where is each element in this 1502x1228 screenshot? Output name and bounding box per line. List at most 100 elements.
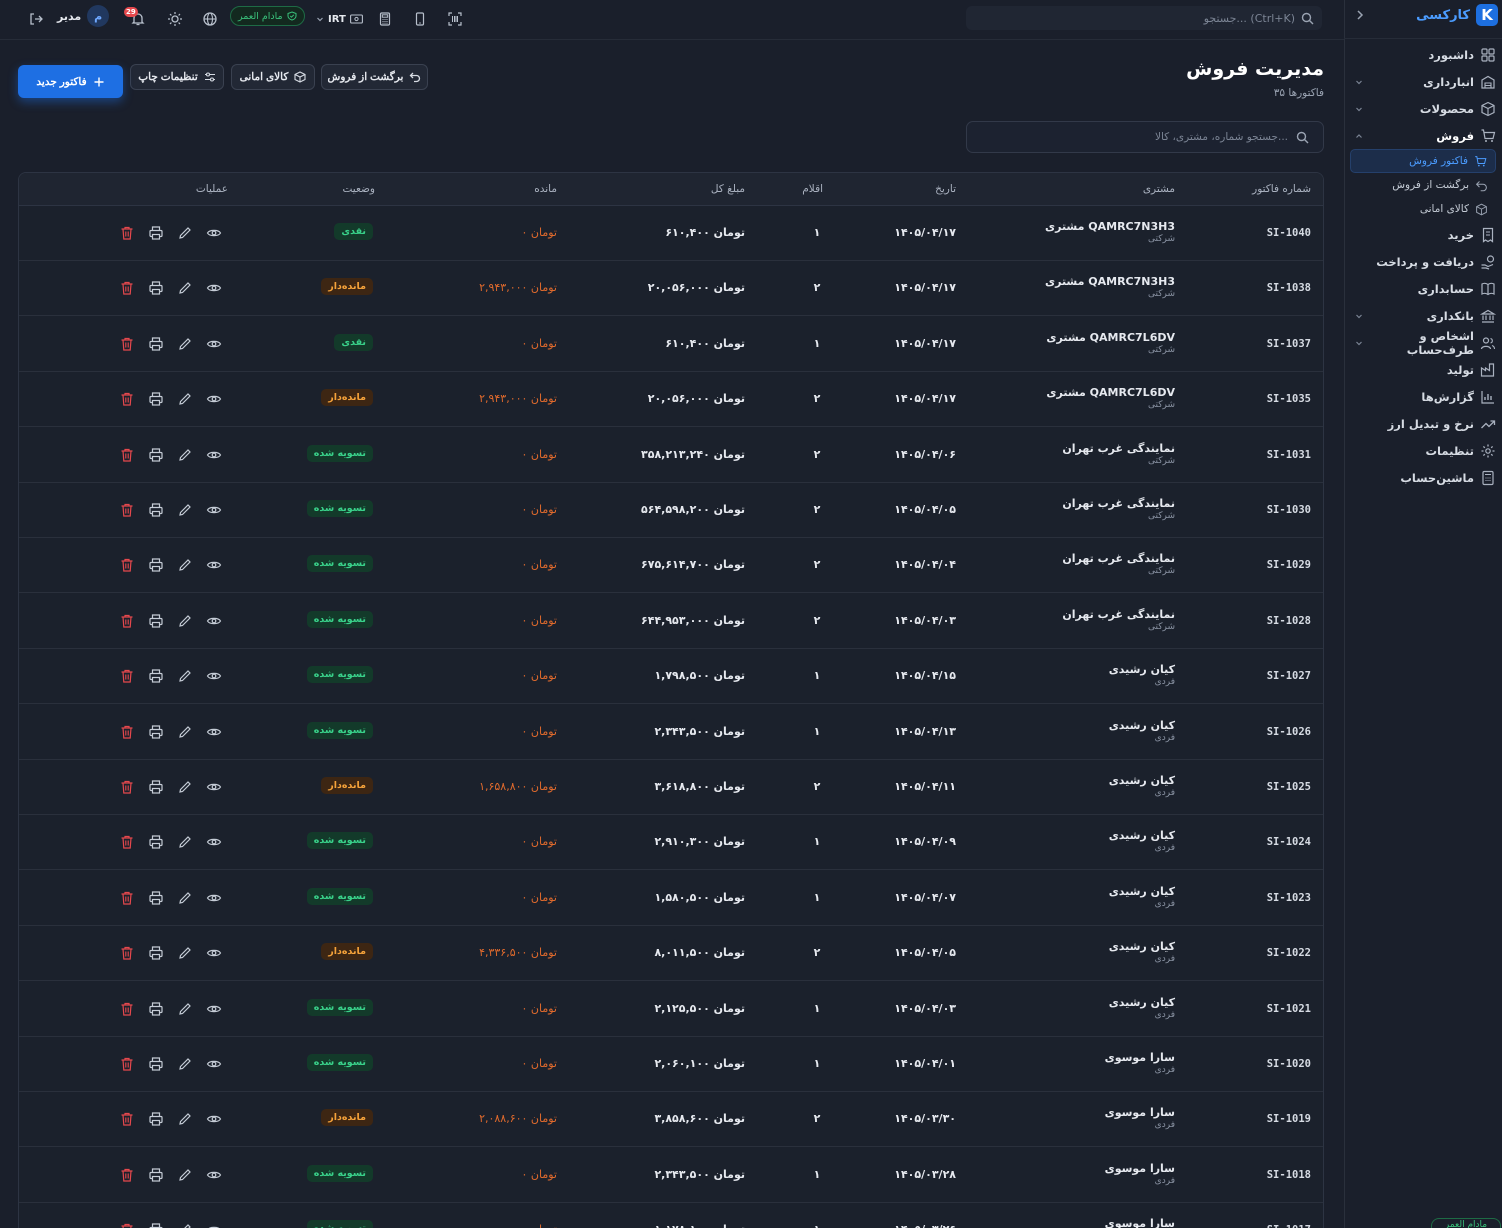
trash-icon[interactable] [119,1222,135,1228]
eye-icon[interactable] [206,502,222,518]
printer-icon[interactable] [148,1001,164,1017]
invoice-number[interactable]: SI-1030 [1267,504,1311,516]
header-customer[interactable]: مشتری [1143,183,1175,195]
eye-icon[interactable] [206,613,222,629]
currency-selector[interactable]: IRT [316,10,363,28]
invoice-number[interactable]: SI-1028 [1267,615,1311,627]
pencil-icon[interactable] [177,834,193,850]
table-row[interactable]: SI-1019 سارا موسوی فردی ۱۴۰۵/۰۳/۳۰ ۲ ۳,۸۵۸,۶۰… [19,1092,1323,1148]
table-row[interactable]: SI-1040 مشتری QAMRC7N3H3 شرکتی ۱۴۰۵/۰۴/۱۷ ۱ ۶… [19,206,1323,261]
invoice-number[interactable]: SI-1029 [1267,559,1311,571]
table-row[interactable]: SI-1021 کیان رشیدی فردی ۱۴۰۵/۰۴/۰۳ ۱ ۲,۱۲۵,۵۰… [19,982,1323,1037]
eye-icon[interactable] [206,834,222,850]
table-row[interactable]: SI-1027 کیان رشیدی فردی ۱۴۰۵/۰۴/۱۵ ۱ ۱,۷۹۸,۵۰… [19,649,1323,705]
invoice-number[interactable]: SI-1023 [1267,892,1311,904]
eye-icon[interactable] [206,557,222,573]
sidebar-item-bank[interactable]: بانکداری [1344,302,1502,329]
invoice-number[interactable]: SI-1025 [1267,781,1311,793]
printer-icon[interactable] [148,1222,164,1228]
trash-icon[interactable] [119,557,135,573]
header-remaining[interactable]: مانده [534,183,557,195]
sidebar-item-users[interactable]: اشخاص و طرف‌حساب [1344,329,1502,357]
printer-icon[interactable] [148,945,164,961]
printer-icon[interactable] [148,280,164,296]
invoice-number[interactable]: SI-1026 [1267,726,1311,738]
printer-icon[interactable] [148,613,164,629]
pencil-icon[interactable] [177,336,193,352]
notifications-button[interactable]: 29 [124,7,146,28]
eye-icon[interactable] [206,336,222,352]
global-search[interactable]: جستجو... (Ctrl+K) [966,6,1322,30]
trash-icon[interactable] [119,834,135,850]
printer-icon[interactable] [148,447,164,463]
printer-icon[interactable] [148,779,164,795]
eye-icon[interactable] [206,1111,222,1127]
printer-icon[interactable] [148,1167,164,1183]
sidebar-item-book[interactable]: حسابداری [1344,275,1502,302]
eye-icon[interactable] [206,724,222,740]
trash-icon[interactable] [119,779,135,795]
table-row[interactable]: SI-1035 مشتری QAMRC7L6DV شرکتی ۱۴۰۵/۰۴/۱۷ ۲ ۲… [19,372,1323,428]
header-invoice[interactable]: شماره فاکتور [1252,183,1311,195]
sidebar-item-payment[interactable]: دریافت و پرداخت [1344,248,1502,275]
trash-icon[interactable] [119,724,135,740]
sidebar-item-factory[interactable]: تولید [1344,356,1502,383]
table-row[interactable]: SI-1029 نمایندگی غرب تهران شرکتی ۱۴۰۵/۰۴/۰۴… [19,538,1323,594]
pencil-icon[interactable] [177,890,193,906]
consignment-button[interactable]: کالای امانی [231,64,315,90]
sidebar-item-receipt[interactable]: خرید [1344,221,1502,248]
new-invoice-button[interactable]: فاکتور جدید [18,65,123,98]
trash-icon[interactable] [119,280,135,296]
trash-icon[interactable] [119,225,135,241]
sidebar-item-cart[interactable]: فروش [1344,122,1502,149]
trash-icon[interactable] [119,1001,135,1017]
branch-selector[interactable]: مادام العمر [230,6,305,26]
printer-icon[interactable] [148,336,164,352]
trash-icon[interactable] [119,945,135,961]
sidebar-item-warehouse[interactable]: انبارداری [1344,68,1502,95]
table-row[interactable]: SI-1028 نمایندگی غرب تهران شرکتی ۱۴۰۵/۰۴/۰۳… [19,594,1323,649]
pencil-icon[interactable] [177,1167,193,1183]
table-row[interactable]: SI-1020 سارا موسوی فردی ۱۴۰۵/۰۴/۰۱ ۱ ۲,۰۶۰,۱۰… [19,1037,1323,1092]
eye-icon[interactable] [206,447,222,463]
printer-icon[interactable] [148,1056,164,1072]
pencil-icon[interactable] [177,779,193,795]
invoice-number[interactable]: SI-1031 [1267,449,1311,461]
pencil-icon[interactable] [177,1001,193,1017]
table-row[interactable]: SI-1030 نمایندگی غرب تهران شرکتی ۱۴۰۵/۰۴/۰۵… [19,483,1323,538]
eye-icon[interactable] [206,391,222,407]
print-settings-button[interactable]: تنظیمات چاپ [130,64,224,90]
trash-icon[interactable] [119,1167,135,1183]
pencil-icon[interactable] [177,613,193,629]
invoice-number[interactable]: SI-1017 [1267,1224,1311,1228]
invoice-number[interactable]: SI-1037 [1267,338,1311,350]
user-menu[interactable]: مدیر م [57,5,110,27]
table-row[interactable]: SI-1037 مشتری QAMRC7L6DV شرکتی ۱۴۰۵/۰۴/۱۷ ۱ ۶… [19,317,1323,372]
eye-icon[interactable] [206,1222,222,1228]
table-row[interactable]: SI-1022 کیان رشیدی فردی ۱۴۰۵/۰۴/۰۵ ۲ ۸,۰۱۱,۵۰… [19,926,1323,982]
sidebar-item-calculator[interactable]: ماشین‌حساب [1344,464,1502,491]
trash-icon[interactable] [119,336,135,352]
header-date[interactable]: تاریخ [935,183,956,195]
pencil-icon[interactable] [177,1111,193,1127]
trash-icon[interactable] [119,890,135,906]
pencil-icon[interactable] [177,391,193,407]
printer-icon[interactable] [148,391,164,407]
table-row[interactable]: SI-1025 کیان رشیدی فردی ۱۴۰۵/۰۴/۱۱ ۲ ۳,۶۱۸,۸۰… [19,760,1323,815]
eye-icon[interactable] [206,1001,222,1017]
eye-icon[interactable] [206,668,222,684]
eye-icon[interactable] [206,280,222,296]
sales-return-button[interactable]: برگشت از فروش [321,64,428,90]
invoice-search-input[interactable]: جستجو شماره، مشتری، کالا... [966,121,1324,153]
sidebar-item-dashboard[interactable]: داشبورد [1344,41,1502,68]
sidebar-subitem-1[interactable]: برگشت از فروش [1344,173,1502,197]
invoice-number[interactable]: SI-1019 [1267,1113,1311,1125]
table-row[interactable]: SI-1018 سارا موسوی فردی ۱۴۰۵/۰۳/۲۸ ۱ ۲,۳۴۳,۵۰… [19,1148,1323,1203]
pencil-icon[interactable] [177,447,193,463]
invoice-number[interactable]: SI-1027 [1267,670,1311,682]
barcode-scan-icon[interactable] [447,10,463,28]
eye-icon[interactable] [206,890,222,906]
trash-icon[interactable] [119,1111,135,1127]
sidebar-item-box[interactable]: محصولات [1344,95,1502,122]
sidebar-item-gear[interactable]: تنظیمات [1344,437,1502,464]
